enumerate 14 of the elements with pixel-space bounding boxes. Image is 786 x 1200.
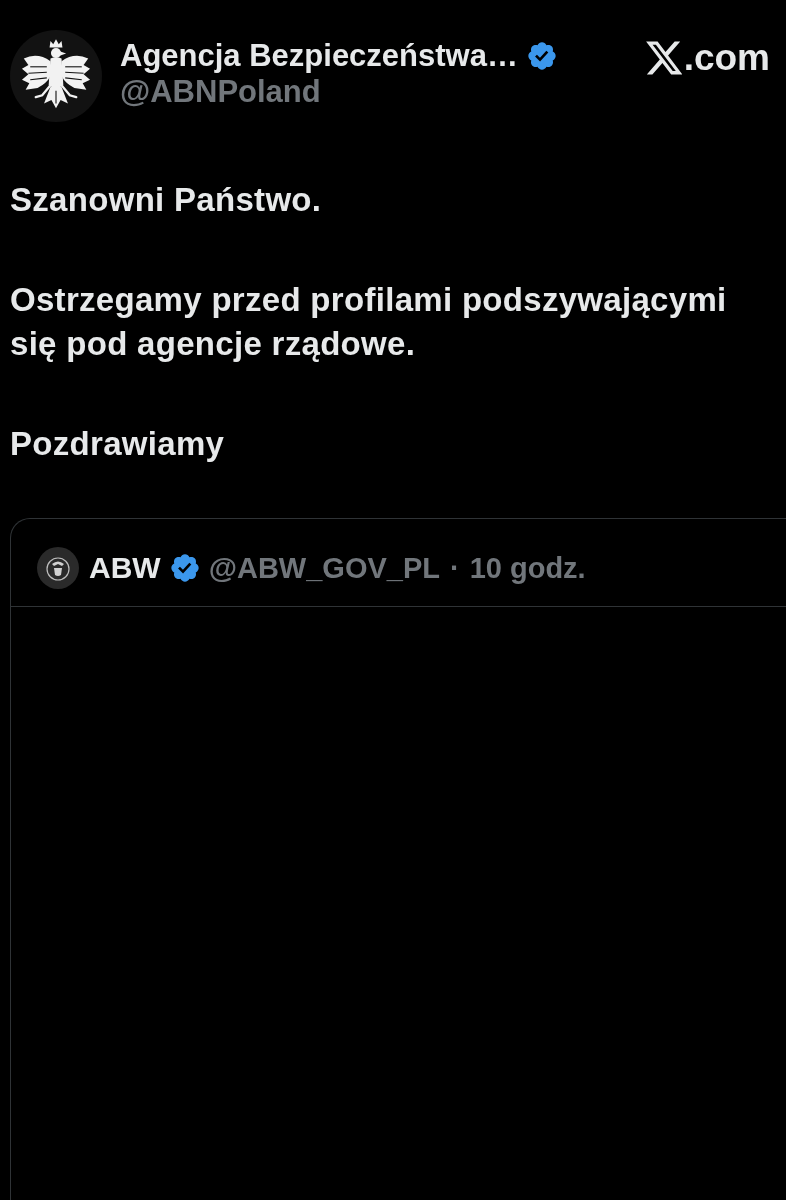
quoted-author-name[interactable]: ABW [89, 550, 161, 586]
separator-dot: · [449, 551, 460, 586]
author-handle[interactable]: @ABNPoland [120, 74, 556, 110]
post-time[interactable]: 10 godz. [469, 550, 586, 586]
post-text: Ostrzegamy przed profilami podszywającymi się pod agencje rządowe. [10, 280, 728, 364]
eagle-emblem-icon [10, 30, 102, 122]
emblem-avatar-icon [37, 547, 79, 589]
letter-x-logo-icon [645, 41, 682, 75]
quoted-post-card[interactable]: ABW @ABW_GOV_PL · 10 godz. [10, 518, 786, 1200]
quoted-author-handle[interactable]: @ABW_GOV_PL [208, 550, 440, 586]
post-text: Szanowni Państwo. [10, 180, 323, 220]
source-domain: .com [683, 38, 770, 78]
post-text: Pozdrawiamy [10, 424, 226, 464]
author-name[interactable]: Agencja Bezpieczeństwa… [120, 38, 518, 74]
